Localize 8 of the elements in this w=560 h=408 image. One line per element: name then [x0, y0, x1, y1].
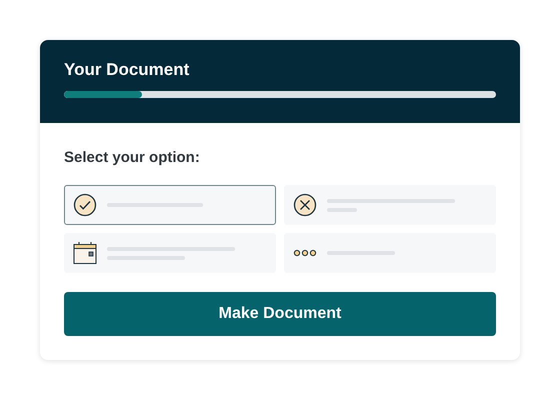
cross-circle-icon — [293, 193, 317, 217]
calendar-icon — [73, 241, 97, 265]
card-title: Your Document — [64, 60, 190, 80]
prompt-label: Select your option: — [64, 148, 201, 168]
option-card[interactable] — [64, 185, 276, 225]
make-document-button[interactable]: Make Document — [64, 292, 496, 336]
check-circle-icon — [73, 193, 97, 217]
more-icon — [293, 249, 317, 257]
